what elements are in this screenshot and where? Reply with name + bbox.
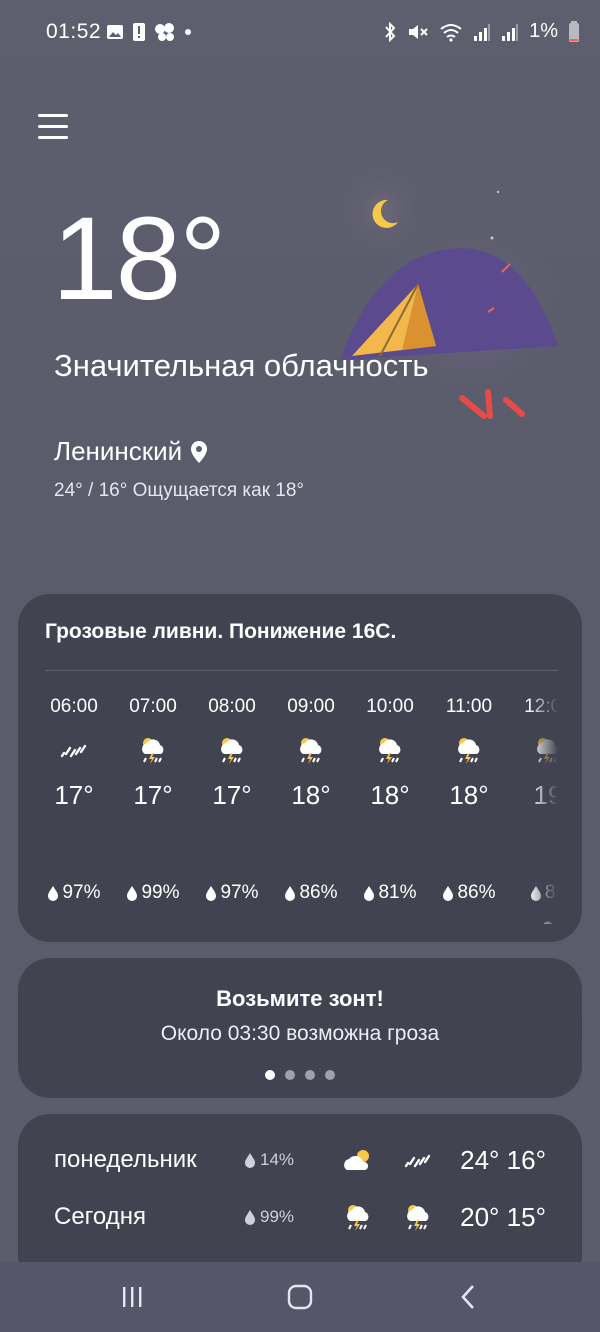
hourly-item: 08:00 17° 97% xyxy=(192,684,272,903)
hour-temperature: 18° xyxy=(291,780,331,810)
rain-heavy-icon xyxy=(34,734,114,774)
alert-icon xyxy=(133,23,145,41)
current-temperature: 18° xyxy=(52,193,226,325)
hour-temperature: 18° xyxy=(449,780,489,810)
recent-apps-button[interactable] xyxy=(112,1282,152,1312)
umbrella-alert-card[interactable]: Возьмите зонт! Около 03:30 возможна гроз… xyxy=(18,958,582,1098)
humidity-drop-icon xyxy=(245,1210,255,1225)
humidity-drop-icon xyxy=(443,886,454,901)
hourly-summary: Грозовые ливни. Понижение 16C. xyxy=(45,620,397,643)
hour-humidity: 99% xyxy=(113,882,193,904)
min-max-feels-like: 24° / 16° Ощущается как 18° xyxy=(54,480,305,501)
status-bar: 01:52 1% xyxy=(0,0,600,66)
menu-icon xyxy=(38,114,68,117)
hourly-item: 06:00 17° 97% xyxy=(34,684,114,903)
daily-row[interactable]: Сегодня 99% 20° 15° xyxy=(54,1197,546,1237)
hour-humidity: 97% xyxy=(192,882,272,904)
app-cluster-icon xyxy=(155,23,174,41)
location-pin-icon xyxy=(191,440,208,463)
alert-title: Возьмите зонт! xyxy=(216,986,384,1011)
hour-humidity: 97% xyxy=(34,882,114,904)
hour-humidity: 81% xyxy=(350,882,430,904)
page-dot xyxy=(265,1070,275,1080)
page-dot xyxy=(325,1070,335,1080)
current-condition: Значительная облачность xyxy=(54,348,429,383)
thunderstorm-icon xyxy=(192,734,272,774)
home-icon xyxy=(287,1284,313,1310)
bluetooth-icon xyxy=(385,21,396,42)
humidity-drop-icon xyxy=(285,886,296,901)
page-dot xyxy=(285,1070,295,1080)
hour-time: 08:00 xyxy=(208,696,256,717)
night-camping-illustration xyxy=(332,160,565,419)
day-name: Сегодня xyxy=(54,1203,146,1230)
day-temperatures: 20° 15° xyxy=(460,1201,546,1232)
hour-temperature: 17° xyxy=(133,780,173,810)
system-icons: 1% xyxy=(383,20,580,43)
humidity-drop-icon xyxy=(206,886,217,901)
hour-humidity: 86% xyxy=(271,882,351,904)
back-icon xyxy=(461,1285,474,1309)
wifi-icon xyxy=(440,23,462,42)
day-precipitation: 14% xyxy=(244,1150,328,1170)
gallery-icon xyxy=(107,25,123,39)
hour-time: 09:00 xyxy=(287,696,335,717)
divider xyxy=(45,670,558,671)
thunderstorm-icon xyxy=(388,1201,448,1233)
humidity-drop-icon xyxy=(48,886,59,901)
partly-cloudy-icon xyxy=(328,1144,388,1176)
day-name: понедельник xyxy=(54,1146,197,1173)
hour-time: 06:00 xyxy=(50,696,98,717)
status-time: 01:52 xyxy=(46,20,102,43)
thunderstorm-icon xyxy=(328,1201,388,1233)
humidity-drop-icon xyxy=(364,886,375,901)
battery-percent: 1% xyxy=(529,20,558,42)
hour-time: 07:00 xyxy=(129,696,177,717)
hour-temperature: 17° xyxy=(212,780,252,810)
hourly-forecast-card[interactable]: Грозовые ливни. Понижение 16C. 06:00 17° 9… xyxy=(18,594,582,942)
hour-humidity: 86% xyxy=(429,882,509,904)
thunderstorm-icon xyxy=(350,734,430,774)
hourly-item: 10:00 18° 81% xyxy=(350,684,430,903)
hour-temperature: 17° xyxy=(54,780,94,810)
battery-icon xyxy=(569,20,579,42)
location[interactable]: Ленинский xyxy=(54,436,208,467)
rain-heavy-icon xyxy=(388,1144,448,1176)
mute-icon xyxy=(409,24,428,39)
thunderstorm-icon xyxy=(113,734,193,774)
page-indicator xyxy=(18,1070,582,1080)
page-dot xyxy=(305,1070,315,1080)
humidity-drop-icon xyxy=(245,1153,255,1168)
hourly-item: 07:00 17° 99% xyxy=(113,684,193,903)
more-notifications-icon xyxy=(185,29,191,35)
navigation-bar xyxy=(0,1262,600,1332)
hourly-item: 11:00 18° 86% xyxy=(429,684,509,903)
alert-subtitle: Около 03:30 возможна гроза xyxy=(160,1022,440,1045)
hour-time: 10:00 xyxy=(366,696,414,717)
location-name: Ленинский xyxy=(54,436,183,466)
humidity-drop-icon xyxy=(127,886,138,901)
hour-temperature: 18° xyxy=(370,780,410,810)
thunderstorm-icon xyxy=(429,734,509,774)
daily-row[interactable]: понедельник 14% 24° 16° xyxy=(54,1140,546,1180)
signal-icon xyxy=(474,23,491,41)
hourly-item: 09:00 18° 86% xyxy=(271,684,351,903)
home-button[interactable] xyxy=(280,1282,320,1312)
temperature-graph xyxy=(543,921,553,924)
signal-2-icon xyxy=(502,23,519,41)
notification-icons xyxy=(106,22,192,42)
hourly-strip[interactable]: 06:00 17° 97% 07:00 17° 99% 08:00 17° 97% 09:00 18… xyxy=(18,684,558,924)
back-button[interactable] xyxy=(448,1282,488,1312)
menu-button[interactable] xyxy=(38,114,68,144)
thunderstorm-icon xyxy=(271,734,351,774)
day-precipitation: 99% xyxy=(244,1207,328,1227)
day-temperatures: 24° 16° xyxy=(460,1144,546,1175)
recent-apps-icon xyxy=(123,1287,142,1307)
hour-time: 11:00 xyxy=(445,696,493,717)
